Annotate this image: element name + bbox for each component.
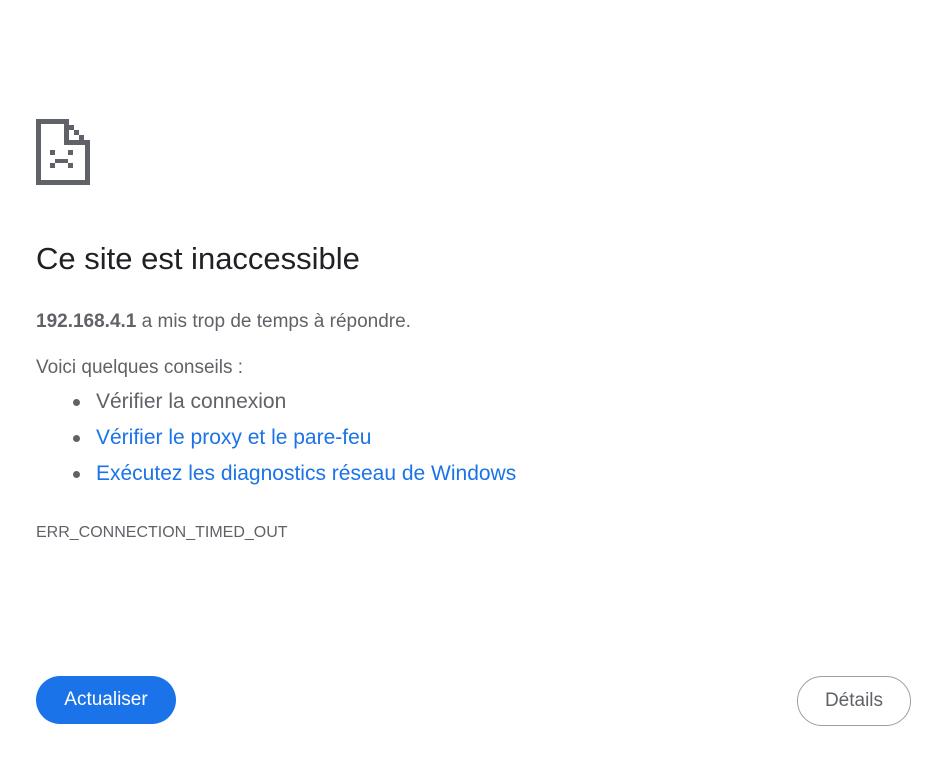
error-message: a mis trop de temps à répondre. bbox=[136, 311, 411, 332]
page-title: Ce site est inaccessible bbox=[36, 241, 360, 276]
error-page: Ce site est inaccessible 192.168.4.1 a m… bbox=[0, 0, 947, 759]
bullet-icon bbox=[73, 399, 80, 406]
reload-button[interactable]: Actualiser bbox=[36, 676, 176, 724]
tip-label: Vérifier la connexion bbox=[96, 390, 287, 413]
host-address: 192.168.4.1 bbox=[36, 311, 137, 332]
tip-check-proxy-firewall[interactable]: Vérifier le proxy et le pare-feu bbox=[36, 422, 516, 458]
bullet-icon bbox=[73, 471, 80, 478]
tip-run-diagnostics[interactable]: Exécutez les diagnostics réseau de Windo… bbox=[36, 458, 516, 494]
error-summary: 192.168.4.1 a mis trop de temps à répond… bbox=[36, 309, 411, 335]
sad-document-icon bbox=[36, 119, 90, 185]
bullet-icon bbox=[73, 435, 80, 442]
tip-check-connection: Vérifier la connexion bbox=[36, 386, 516, 422]
details-button[interactable]: Détails bbox=[797, 676, 911, 726]
check-proxy-firewall-link[interactable]: Vérifier le proxy et le pare-feu bbox=[96, 426, 371, 449]
error-code: ERR_CONNECTION_TIMED_OUT bbox=[36, 524, 288, 541]
run-network-diagnostics-link[interactable]: Exécutez les diagnostics réseau de Windo… bbox=[96, 462, 516, 485]
tips-intro: Voici quelques conseils : bbox=[36, 357, 244, 378]
tips-list: Vérifier la connexion Vérifier le proxy … bbox=[36, 386, 516, 494]
